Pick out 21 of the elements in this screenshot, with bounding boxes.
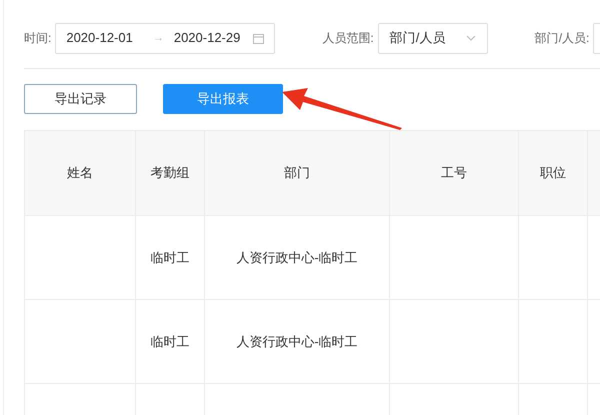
table-cell: 人资行政中心-临时工 bbox=[205, 216, 390, 300]
scope-label: 人员范围: bbox=[322, 30, 374, 47]
date-range-field[interactable]: 2020-12-01 → 2020-12-29 bbox=[55, 22, 276, 54]
export-button[interactable]: 导出记录 bbox=[24, 84, 137, 114]
chevron-down-icon bbox=[466, 35, 476, 41]
table-cell: 临时工 bbox=[136, 216, 205, 300]
column-header: 部门 bbox=[205, 131, 390, 216]
end-date: 2020-12-29 bbox=[174, 29, 240, 48]
start-date: 2020-12-01 bbox=[66, 29, 133, 48]
calendar-icon bbox=[253, 32, 264, 44]
column-header: 考勤组 bbox=[136, 131, 205, 216]
range-arrow: → bbox=[152, 30, 164, 46]
scope-value: 部门/人员 bbox=[390, 29, 446, 48]
time-label: 时间: bbox=[24, 30, 52, 47]
column-header: 工号 bbox=[390, 131, 519, 216]
department-label: 部门/人员: bbox=[534, 30, 590, 47]
column-header: 姓名 bbox=[25, 131, 136, 216]
table-cell: 临时工 bbox=[136, 300, 205, 384]
table-cell: 人资行政中心-临时工 bbox=[205, 300, 390, 384]
column-header: 职位 bbox=[519, 131, 588, 216]
scope-select[interactable]: 部门/人员 bbox=[378, 22, 488, 54]
